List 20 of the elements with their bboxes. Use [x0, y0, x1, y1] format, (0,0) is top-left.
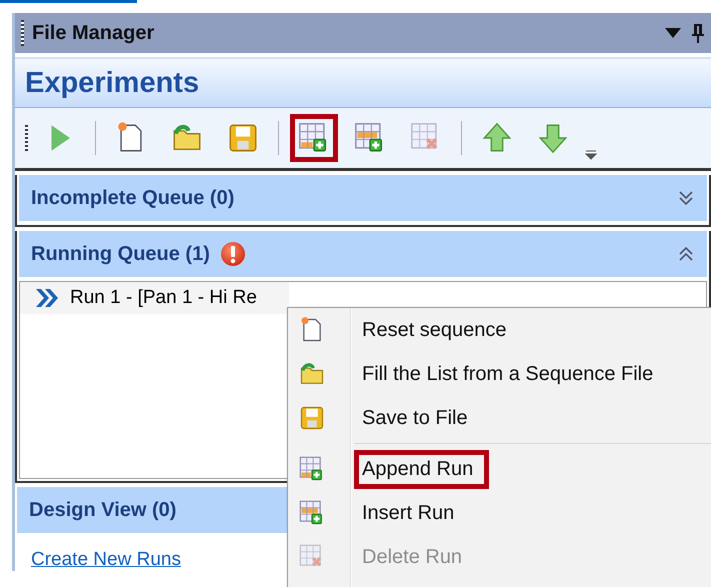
experiments-title: Experiments [25, 66, 200, 100]
menu-item[interactable]: Fill the List from a Sequence File [288, 352, 711, 396]
double-chevron-icon [34, 287, 60, 309]
dropdown-icon[interactable] [663, 26, 683, 40]
section-header[interactable]: Incomplete Queue (0) [19, 175, 707, 221]
run-label: Run 1 - [Pan 1 - Hi Re [70, 287, 257, 309]
overflow-icon[interactable] [585, 150, 597, 160]
menu-item[interactable]: Reset sequence [288, 308, 711, 352]
menu-item[interactable]: Append Run [288, 447, 711, 491]
section-title: Running Queue (1) [31, 242, 210, 266]
menu-item[interactable]: Insert Run [288, 491, 711, 535]
queue-row[interactable]: Run 1 - [Pan 1 - Hi Re [20, 282, 289, 314]
create-runs-link[interactable]: Create New Runs [31, 549, 181, 571]
menu-item[interactable]: Save to File [288, 396, 711, 440]
section-title: Incomplete Queue (0) [31, 186, 234, 210]
section-title: Design View (0) [29, 498, 176, 522]
toolbar-button[interactable] [290, 114, 338, 162]
section-header[interactable]: Running Queue (1) [19, 231, 707, 277]
panel-title: File Manager [32, 22, 156, 44]
pin-icon[interactable] [691, 22, 705, 44]
